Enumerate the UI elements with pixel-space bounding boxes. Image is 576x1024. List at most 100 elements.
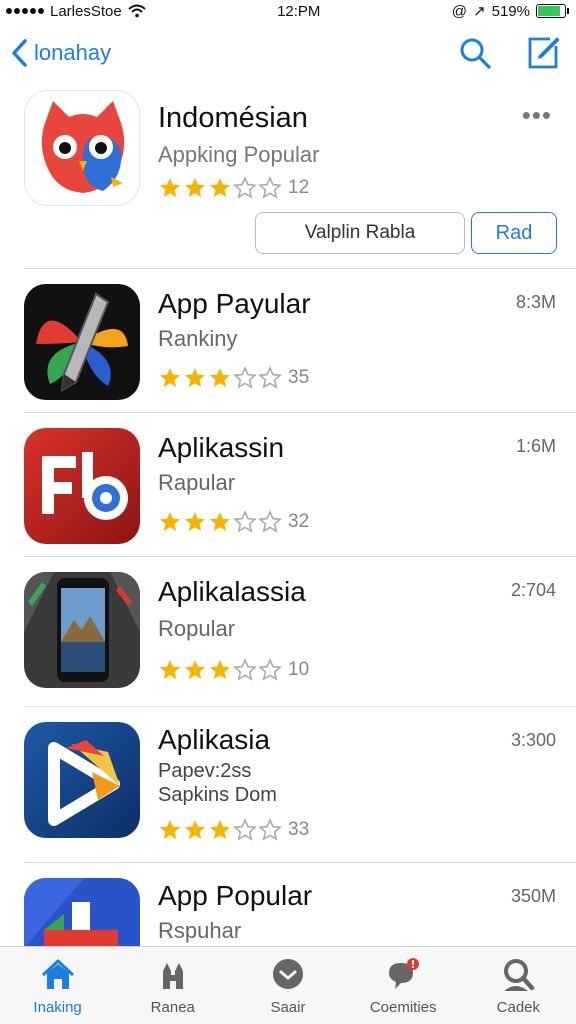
star-filled-icon <box>185 512 205 531</box>
compose-icon[interactable] <box>526 36 560 70</box>
status-left: LarlesStoe <box>6 3 146 20</box>
tab-saair[interactable]: Saair <box>238 957 338 1016</box>
app-subtitle: Rapular <box>158 470 236 495</box>
star-empty-icon <box>233 658 257 681</box>
rating-count: 35 <box>288 367 310 388</box>
featured-subtitle: Appking Popular <box>158 142 320 167</box>
clock: 12:PM <box>277 2 321 20</box>
list-item[interactable]: App Popular Rspuhar 350M <box>0 878 576 946</box>
status-right: @ ↗ 519% <box>451 2 569 20</box>
star-filled-icon <box>160 660 180 679</box>
castle-icon <box>162 963 183 989</box>
star-empty-icon <box>233 818 257 841</box>
app-title: Aplikassin <box>158 432 285 463</box>
app-title: Aplikalassia <box>158 576 306 607</box>
tab-cadek[interactable]: Cadek <box>468 957 568 1016</box>
star-filled-icon <box>160 178 180 197</box>
get-button[interactable]: Rad <box>471 212 557 254</box>
star-filled-icon <box>210 512 230 531</box>
divider <box>24 556 576 557</box>
app-rating: 10 <box>158 658 309 682</box>
chevron-left-icon <box>12 39 27 67</box>
tab-inaking[interactable]: Inaking <box>8 957 108 1016</box>
app-size: 350M <box>510 886 556 906</box>
phone-landscape-icon <box>24 572 140 688</box>
app-rating: 33 <box>158 818 309 842</box>
tab-label: Coemities <box>369 999 437 1016</box>
pen-leaves-icon <box>24 284 140 400</box>
app-subtitle-secondary: Sapkins Dom <box>158 784 277 806</box>
star-empty-icon <box>258 510 282 533</box>
battery-icon <box>535 4 569 18</box>
tab-coemities[interactable]: Coemities <box>353 957 453 1016</box>
divider <box>24 268 576 269</box>
chat-bubble-icon <box>272 959 303 989</box>
star-filled-icon <box>185 178 205 197</box>
star-filled-icon <box>185 368 205 387</box>
featured-title: Indomésian <box>158 102 308 134</box>
tab-label: Ranea <box>150 999 195 1016</box>
back-label: lonahay <box>34 40 112 65</box>
more-options-button[interactable]: ••• <box>522 100 552 131</box>
app-icon-play-triangle <box>24 722 140 838</box>
app-size: 3:300 <box>510 730 556 750</box>
star-empty-icon <box>233 176 257 199</box>
app-title: App Popular <box>158 880 313 911</box>
back-button[interactable]: lonahay <box>10 38 111 68</box>
status-bar: LarlesStoe 12:PM @ ↗ 519% <box>0 0 576 22</box>
app-size: 8:3M <box>515 292 556 312</box>
location-icon: @ <box>451 2 468 20</box>
notification-bubble-icon <box>389 958 420 989</box>
star-filled-icon <box>185 820 205 839</box>
star-filled-icon <box>210 820 230 839</box>
app-subtitle: Papev:2ss <box>158 760 252 782</box>
search-icon[interactable] <box>458 36 492 70</box>
star-filled-icon <box>210 368 230 387</box>
tab-bar: Inaking Ranea Saair Coemities Cadek <box>0 946 576 1024</box>
star-filled-icon <box>160 368 180 387</box>
app-rating: 32 <box>158 510 309 534</box>
rating-count: 33 <box>288 819 310 840</box>
star-filled-icon <box>185 660 205 679</box>
play-triangle-icon <box>24 722 140 838</box>
app-subtitle: Rankiny <box>158 326 238 351</box>
star-empty-icon <box>233 366 257 389</box>
app-icon-plus <box>24 878 140 946</box>
search-person-icon <box>504 959 535 991</box>
star-empty-icon <box>258 818 282 841</box>
star-empty-icon <box>258 176 282 199</box>
featured-rating: 12 <box>158 176 309 200</box>
star-filled-icon <box>160 512 180 531</box>
app-title: App Payular <box>158 288 311 319</box>
rating-stars <box>158 818 282 842</box>
rating-count: 32 <box>288 511 310 532</box>
plus-icon <box>24 878 140 946</box>
rating-stars <box>158 510 282 534</box>
secondary-button[interactable]: Valplin Rabla <box>255 212 465 254</box>
owl-icon <box>41 101 125 193</box>
app-size: 1:6M <box>515 436 556 456</box>
star-empty-icon <box>258 658 282 681</box>
rating-count: 12 <box>288 177 310 198</box>
divider <box>24 862 576 863</box>
tab-ranea[interactable]: Ranea <box>123 957 223 1016</box>
star-filled-icon <box>160 820 180 839</box>
app-icon-colorful-pen <box>24 284 140 400</box>
divider <box>24 706 576 707</box>
tab-label: Saair <box>270 999 306 1016</box>
app-icon-owl[interactable] <box>24 90 140 206</box>
rating-count: 10 <box>288 659 310 680</box>
app-icon-fb-camera <box>24 428 140 544</box>
arrow-icon: ↗ <box>473 3 486 20</box>
signal-icon <box>6 8 44 14</box>
carrier-label: LarlesStoe <box>50 2 122 20</box>
fb-camera-icon <box>24 428 140 544</box>
app-subtitle: Rspuhar <box>158 918 242 943</box>
nav-actions <box>458 36 560 70</box>
app-rating: 35 <box>158 366 309 390</box>
wifi-icon <box>128 4 146 18</box>
tab-label: Inaking <box>33 999 82 1016</box>
app-subtitle: Ropular <box>158 616 236 641</box>
rating-stars <box>158 176 282 200</box>
nav-bar: lonahay <box>0 28 576 78</box>
